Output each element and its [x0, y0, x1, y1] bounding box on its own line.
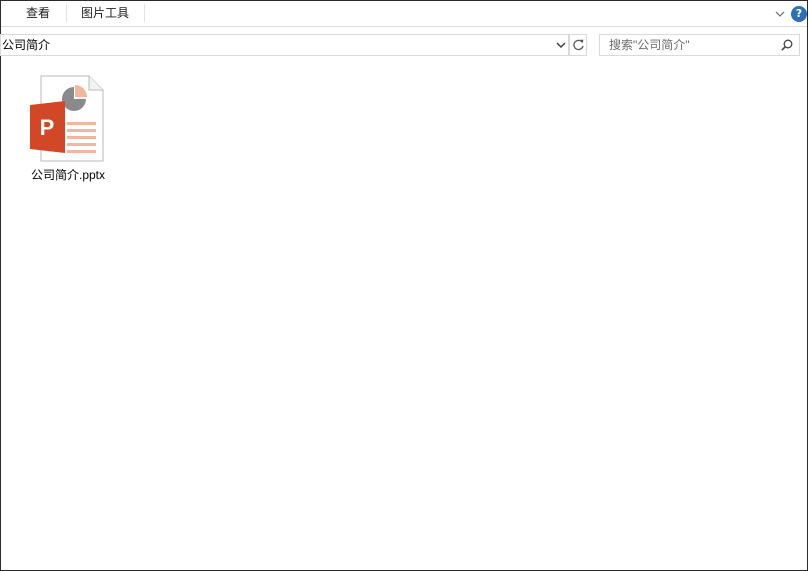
- tab-divider: [144, 4, 145, 22]
- powerpoint-file-icon: P: [27, 75, 105, 165]
- file-item[interactable]: P 公司简介.pptx: [21, 73, 115, 187]
- tab-picture-tools[interactable]: 图片工具: [67, 1, 143, 27]
- search-placeholder: 搜索"公司简介": [609, 38, 690, 52]
- address-bar[interactable]: 公司简介: [0, 34, 569, 56]
- file-name-label: 公司简介.pptx: [30, 168, 106, 182]
- search-icon[interactable]: [780, 38, 794, 52]
- address-path: 公司简介: [2, 38, 51, 52]
- refresh-button[interactable]: [569, 34, 587, 56]
- search-input[interactable]: 搜索"公司简介": [599, 34, 800, 56]
- tab-view[interactable]: 查看: [11, 1, 65, 27]
- svg-text:P: P: [40, 115, 55, 140]
- chevron-down-icon[interactable]: [773, 7, 787, 21]
- file-list-view: P 公司简介.pptx: [1, 59, 807, 570]
- refresh-icon: [573, 39, 584, 51]
- ribbon-tab-bar: 查看 图片工具 ?: [1, 1, 807, 27]
- help-icon[interactable]: ?: [791, 6, 807, 22]
- chevron-down-icon[interactable]: [553, 37, 569, 53]
- explorer-window: 查看 图片工具 ? 公司简介 搜索"公司简介" P 公司简介.pptx: [0, 0, 808, 571]
